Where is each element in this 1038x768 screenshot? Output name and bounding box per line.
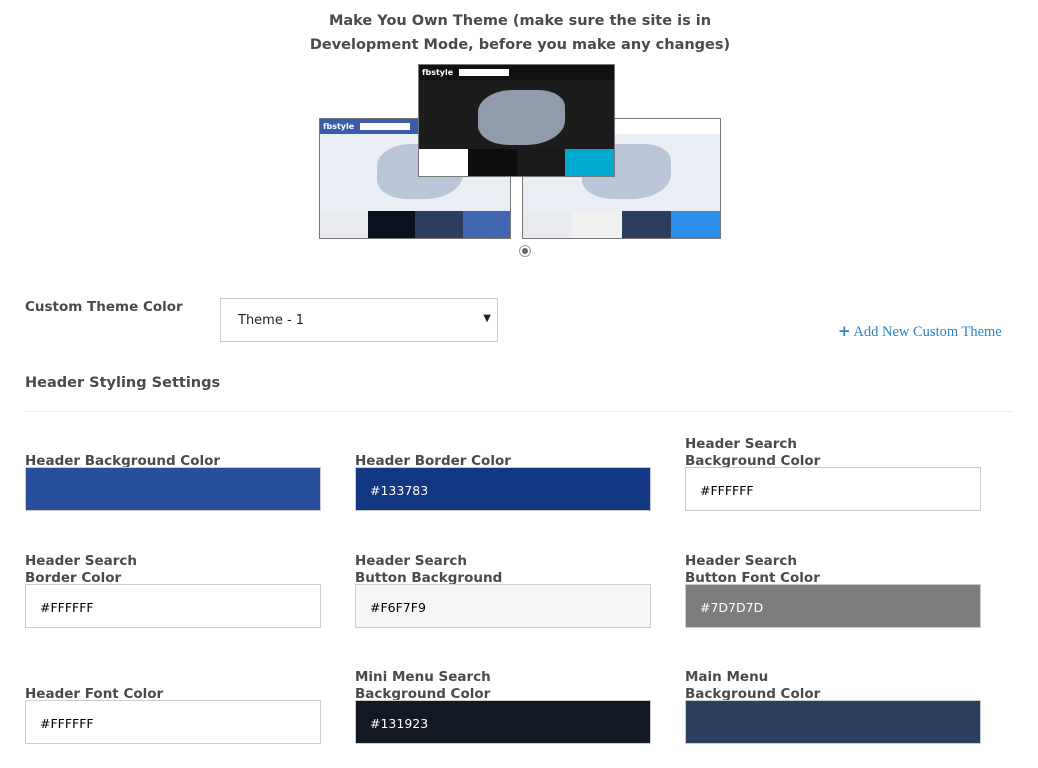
add-custom-theme-link[interactable]: + Add New Custom Theme [838, 322, 1002, 341]
color-input[interactable]: #F6F7F9 [355, 584, 651, 628]
field-label: Header Search Button Font Color [685, 553, 820, 586]
color-swatch [523, 211, 573, 238]
color-swatch [621, 211, 671, 238]
preview-brand: fbstyle [422, 68, 454, 77]
preview-swatches [523, 211, 720, 238]
preview-search [360, 123, 411, 130]
plus-icon: + [838, 322, 851, 340]
world-map-image [477, 90, 566, 145]
color-swatch [462, 211, 510, 238]
preview-header: fbstyle [419, 65, 614, 80]
preview-search [459, 69, 510, 76]
field-label: Mini Menu Search Background Color [355, 669, 491, 702]
preview-swatches [419, 149, 614, 176]
color-swatch [565, 149, 614, 176]
add-custom-theme-label: Add New Custom Theme [853, 324, 1002, 340]
field-label: Header Search Background Color [685, 436, 821, 469]
color-swatch [516, 149, 566, 176]
color-input[interactable]: #FFFFFF [685, 467, 981, 511]
field-label: Main Menu Background Color [685, 669, 821, 702]
color-input[interactable] [25, 467, 321, 511]
color-swatch [419, 149, 468, 176]
page-title: Make You Own Theme (make sure the site i… [309, 13, 731, 53]
color-input[interactable] [685, 700, 981, 744]
carousel-radio[interactable] [519, 245, 531, 257]
field-label: Header Search Border Color [25, 553, 138, 586]
color-swatch [320, 211, 368, 238]
color-input[interactable]: #133783 [355, 467, 651, 511]
color-swatch [467, 149, 517, 176]
theme-select-value: Theme - 1 [238, 313, 305, 328]
color-input[interactable]: #7D7D7D [685, 584, 981, 628]
divider [25, 411, 1013, 412]
preview-swatches [320, 211, 510, 238]
theme-preview-2[interactable]: fbstyle [418, 64, 615, 177]
caret-down-icon: ▼ [483, 313, 491, 324]
color-input[interactable]: #FFFFFF [25, 700, 321, 744]
color-swatch [572, 211, 622, 238]
color-input[interactable]: #FFFFFF [25, 584, 321, 628]
color-swatch [415, 211, 463, 238]
section-title: Header Styling Settings [25, 375, 221, 391]
theme-select[interactable]: Theme - 1 ▼ [220, 298, 498, 342]
color-swatch [670, 211, 720, 238]
color-input[interactable]: #131923 [355, 700, 651, 744]
color-swatch [367, 211, 415, 238]
preview-brand: fbstyle [323, 122, 355, 131]
